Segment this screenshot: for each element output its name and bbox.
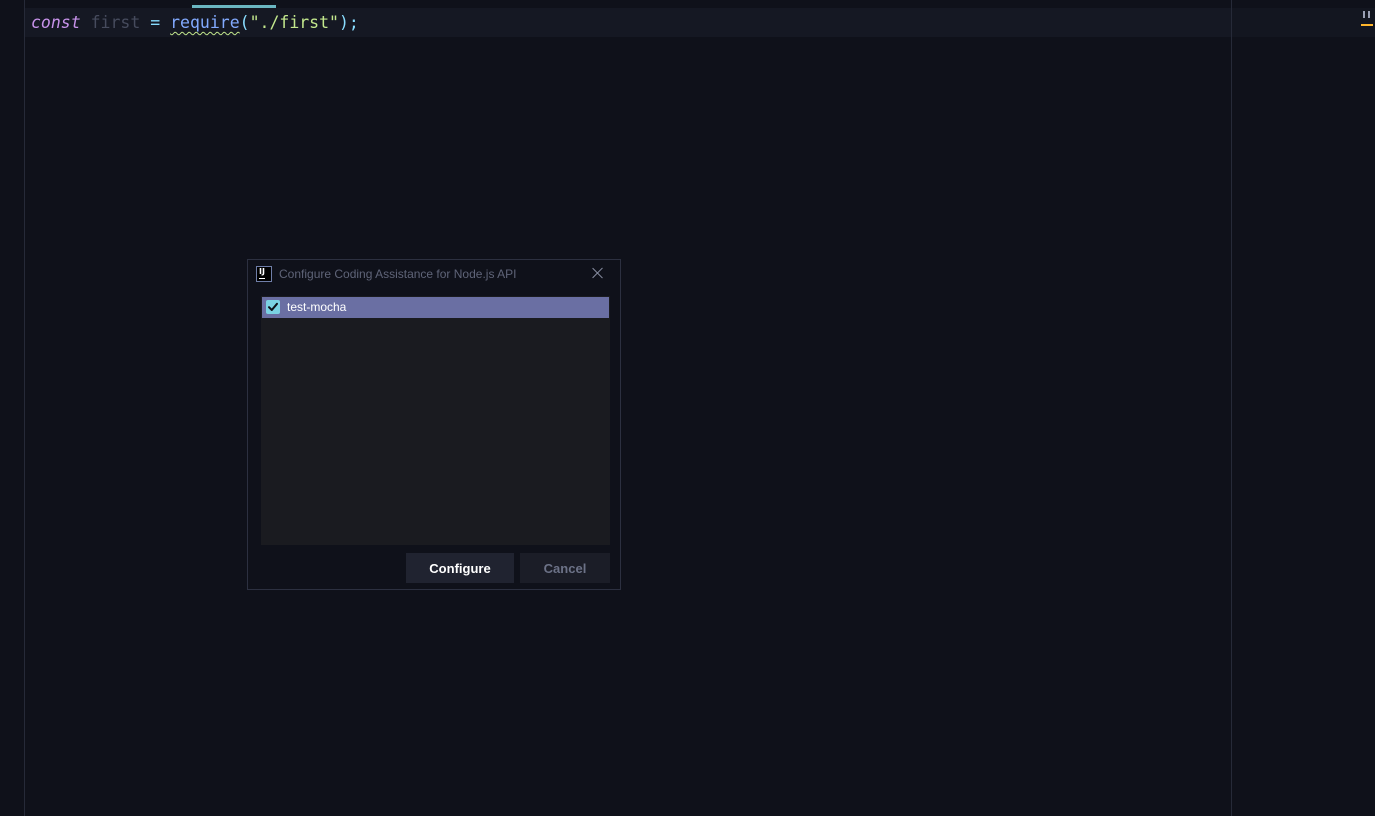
intellij-app-icon: IJ xyxy=(256,266,272,282)
warning-stripe-icon xyxy=(1361,24,1373,26)
code-line-1[interactable]: const first = require("./first"); xyxy=(31,11,359,35)
close-token: ); xyxy=(338,13,359,32)
configure-coding-assistance-dialog: IJ Configure Coding Assistance for Node.… xyxy=(247,259,621,590)
identifier-match-marker xyxy=(192,5,276,8)
dialog-title: Configure Coding Assistance for Node.js … xyxy=(279,267,517,281)
close-icon[interactable] xyxy=(590,265,606,281)
open-paren-token: ( xyxy=(239,13,250,32)
gutter-divider xyxy=(24,0,25,816)
keyword-token: const xyxy=(31,13,81,32)
function-token: require xyxy=(170,13,240,32)
configure-button[interactable]: Configure xyxy=(406,553,514,583)
operator-token: = xyxy=(150,13,161,32)
right-margin-guide xyxy=(1231,0,1232,816)
package-list[interactable]: test-mocha xyxy=(261,296,610,545)
list-item-label: test-mocha xyxy=(287,300,347,314)
checkbox-checked-icon[interactable] xyxy=(266,300,280,314)
current-line-highlight-margin xyxy=(1232,8,1375,37)
inspection-widget[interactable] xyxy=(1361,10,1373,28)
string-token: "./first" xyxy=(249,13,339,32)
list-item[interactable]: test-mocha xyxy=(262,297,609,318)
cancel-button[interactable]: Cancel xyxy=(520,553,610,583)
pause-icon xyxy=(1361,10,1373,20)
code-editor[interactable]: const first = require("./first"); xyxy=(0,0,1375,816)
identifier-token: first xyxy=(90,13,141,32)
dialog-title-bar[interactable]: IJ Configure Coding Assistance for Node.… xyxy=(248,260,620,290)
